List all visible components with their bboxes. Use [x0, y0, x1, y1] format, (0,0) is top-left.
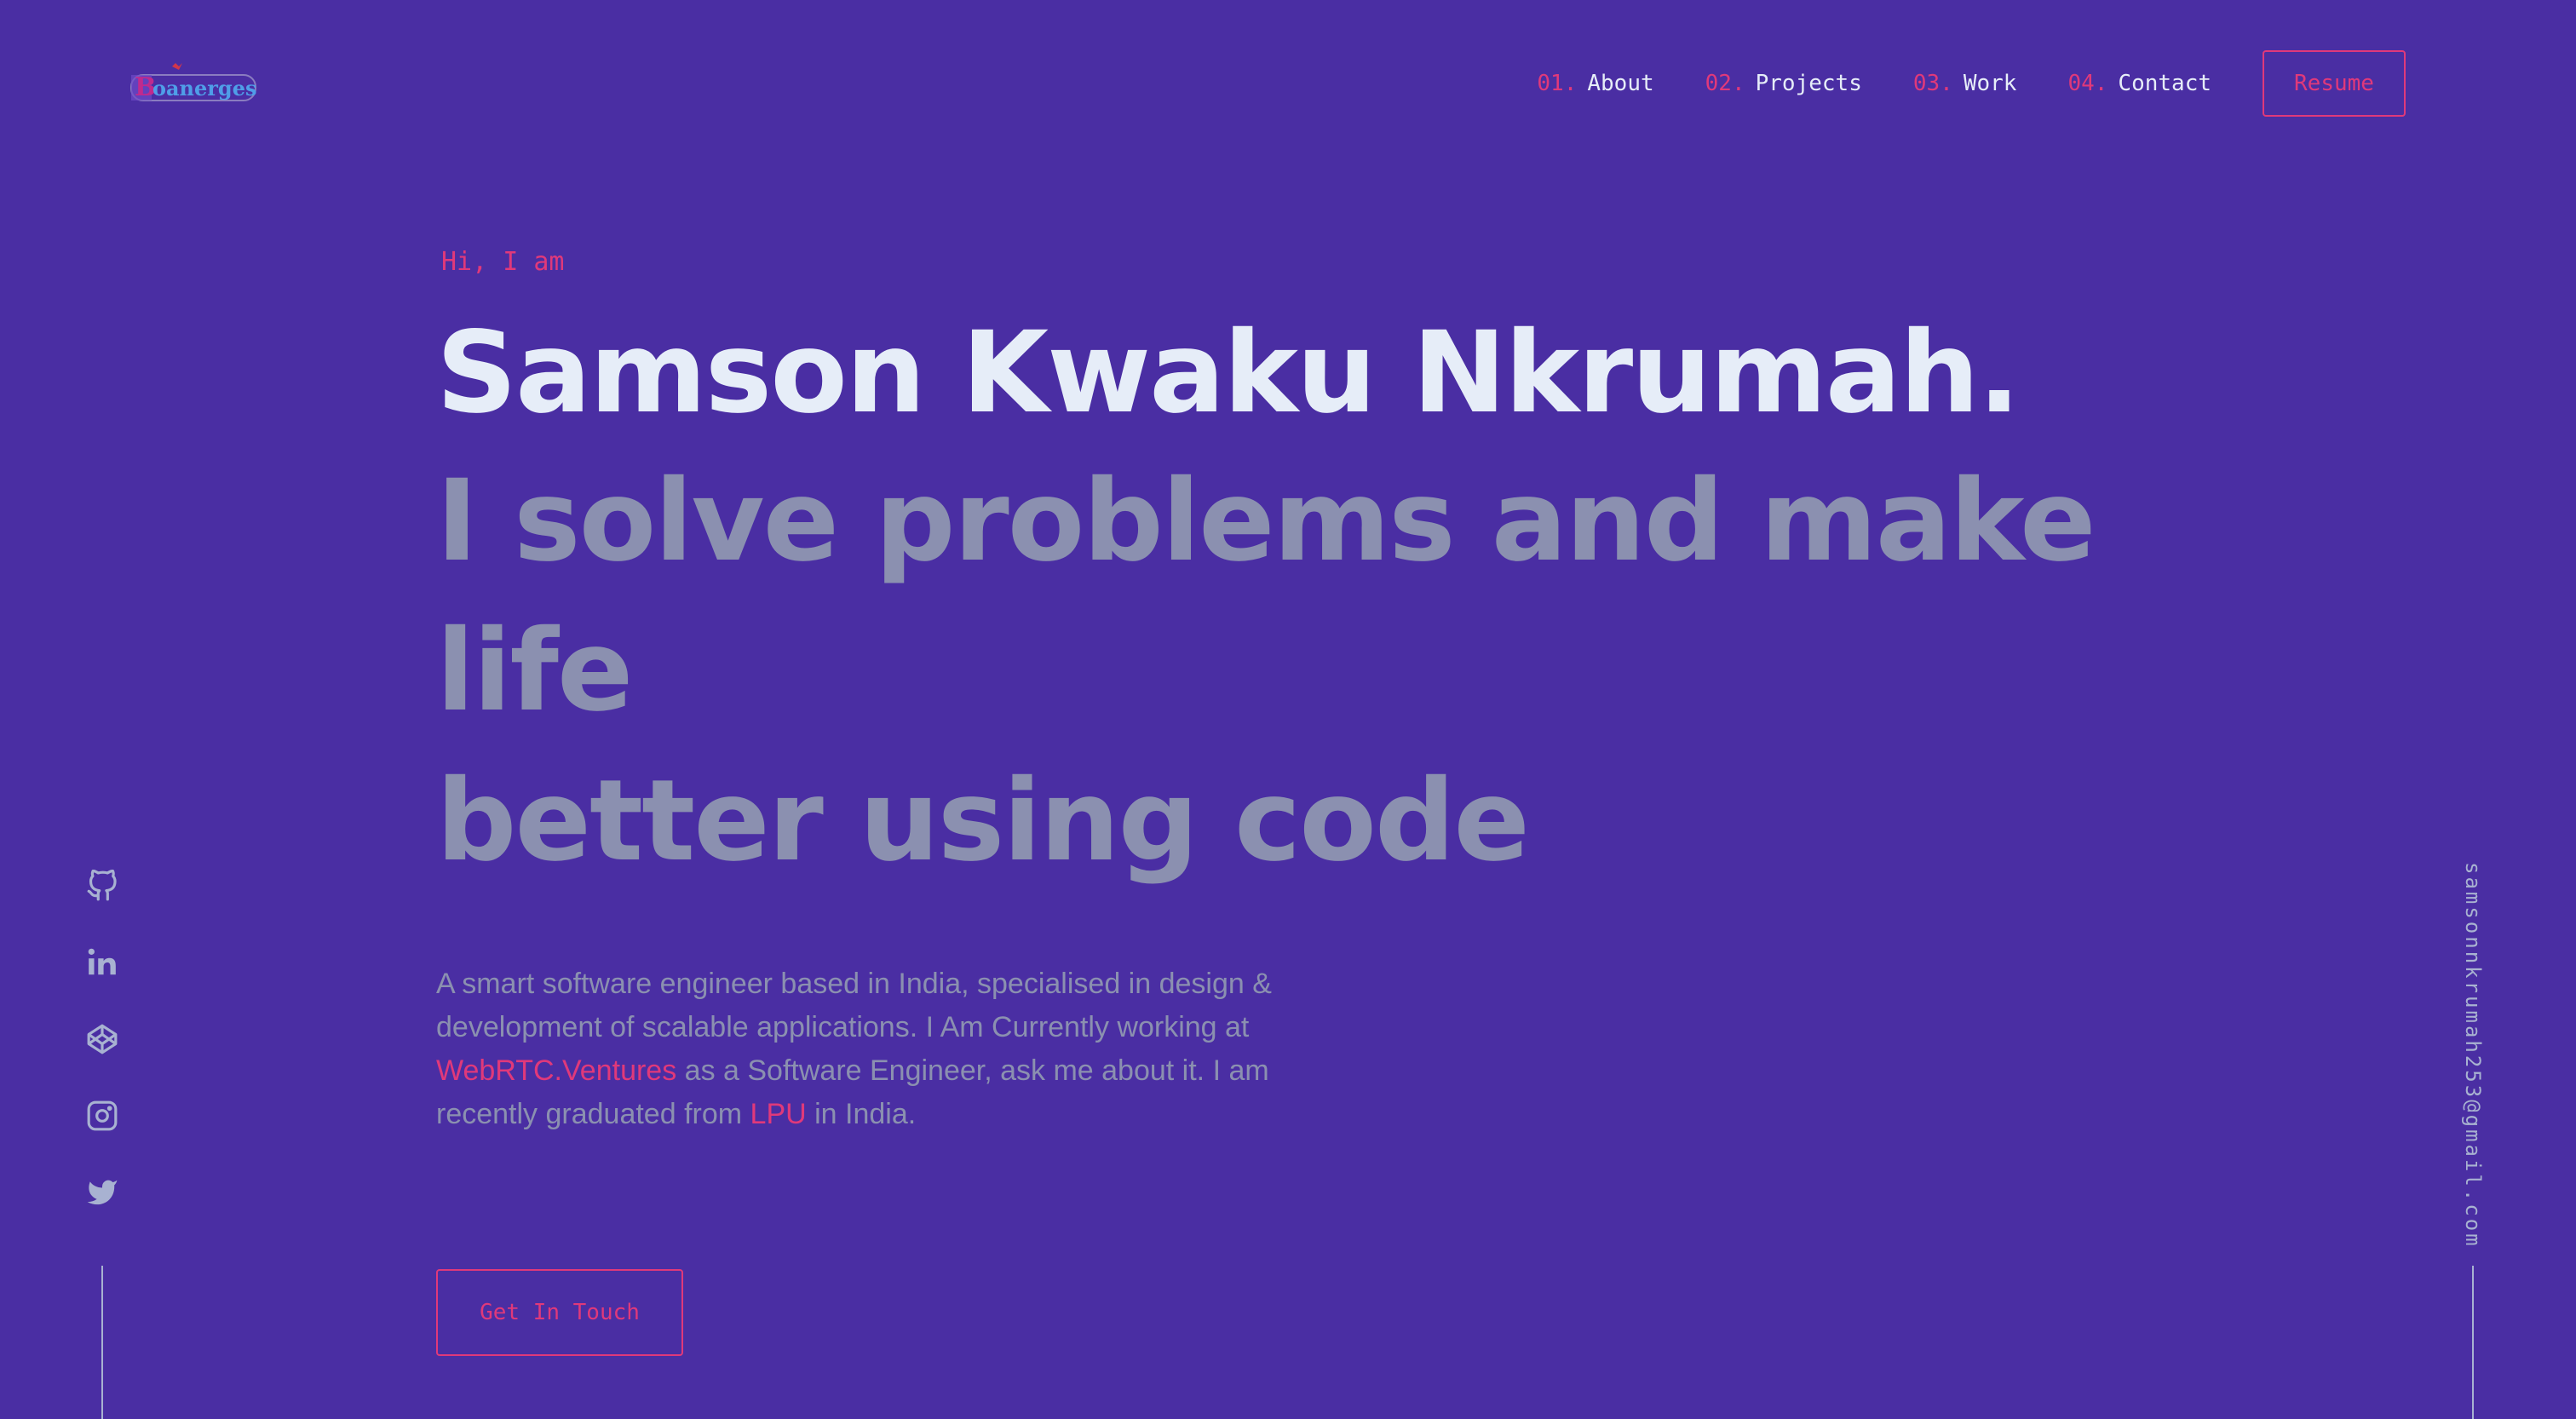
nav-label: Work: [1963, 71, 2017, 96]
nav-label: About: [1587, 71, 1654, 96]
github-link[interactable]: [82, 865, 123, 906]
instagram-link[interactable]: [82, 1095, 123, 1136]
nav-item-work[interactable]: 03. Work: [1913, 71, 2017, 96]
school-link[interactable]: LPU: [750, 1098, 807, 1130]
nav-item-projects[interactable]: 02. Projects: [1705, 71, 1862, 96]
twitter-icon: [87, 1180, 118, 1205]
main-nav: 01. About 02. Projects 03. Work 04. Cont…: [1537, 49, 2406, 118]
twitter-link[interactable]: [82, 1172, 123, 1213]
hero-greeting: Hi, I am: [441, 247, 565, 277]
svg-text:oanerges: oanerges: [152, 76, 256, 101]
bio-text: in India.: [806, 1098, 917, 1130]
nav-label: Contact: [2118, 71, 2211, 96]
codepen-link[interactable]: [82, 1019, 123, 1060]
company-link[interactable]: WebRTC.Ventures: [436, 1054, 676, 1087]
nav-number: 04.: [2067, 71, 2108, 96]
codepen-icon: [87, 1024, 118, 1054]
github-icon: [87, 870, 117, 901]
nav-item-contact[interactable]: 04. Contact: [2067, 71, 2211, 96]
hero-name: Samson Kwaku Nkrumah.: [436, 307, 2021, 439]
linkedin-icon: [88, 948, 116, 975]
nav-number: 02.: [1705, 71, 1745, 96]
bio-text: A smart software engineer based in India…: [436, 968, 1272, 1043]
email-link[interactable]: samsonnkrumah253@gmail.com: [2461, 862, 2485, 1249]
nav-label: Projects: [1755, 71, 1862, 96]
hero-section: Hi, I am Samson Kwaku Nkrumah. I solve p…: [436, 247, 2140, 1356]
hero-bio: A smart software engineer based in India…: [436, 962, 1339, 1136]
get-in-touch-button[interactable]: Get In Touch: [436, 1269, 683, 1356]
left-rail-line: [101, 1266, 103, 1419]
site-header: B oanerges 01. About 02. Projects 03. Wo…: [0, 0, 2576, 170]
resume-button[interactable]: Resume: [2263, 50, 2406, 117]
instagram-icon: [87, 1100, 118, 1131]
hero-tagline-line-2: better using code: [436, 755, 1530, 887]
linkedin-link[interactable]: [82, 942, 123, 983]
brand-logo[interactable]: B oanerges: [128, 60, 259, 111]
nav-number: 03.: [1912, 71, 1953, 96]
social-links: [82, 865, 123, 1249]
hero-tagline: I solve problems and make life better us…: [436, 446, 2140, 896]
right-rail-line: [2472, 1266, 2474, 1419]
nav-item-about[interactable]: 01. About: [1537, 71, 1653, 96]
hero-tagline-line-1: I solve problems and make life: [436, 456, 2096, 737]
nav-number: 01.: [1537, 71, 1578, 96]
